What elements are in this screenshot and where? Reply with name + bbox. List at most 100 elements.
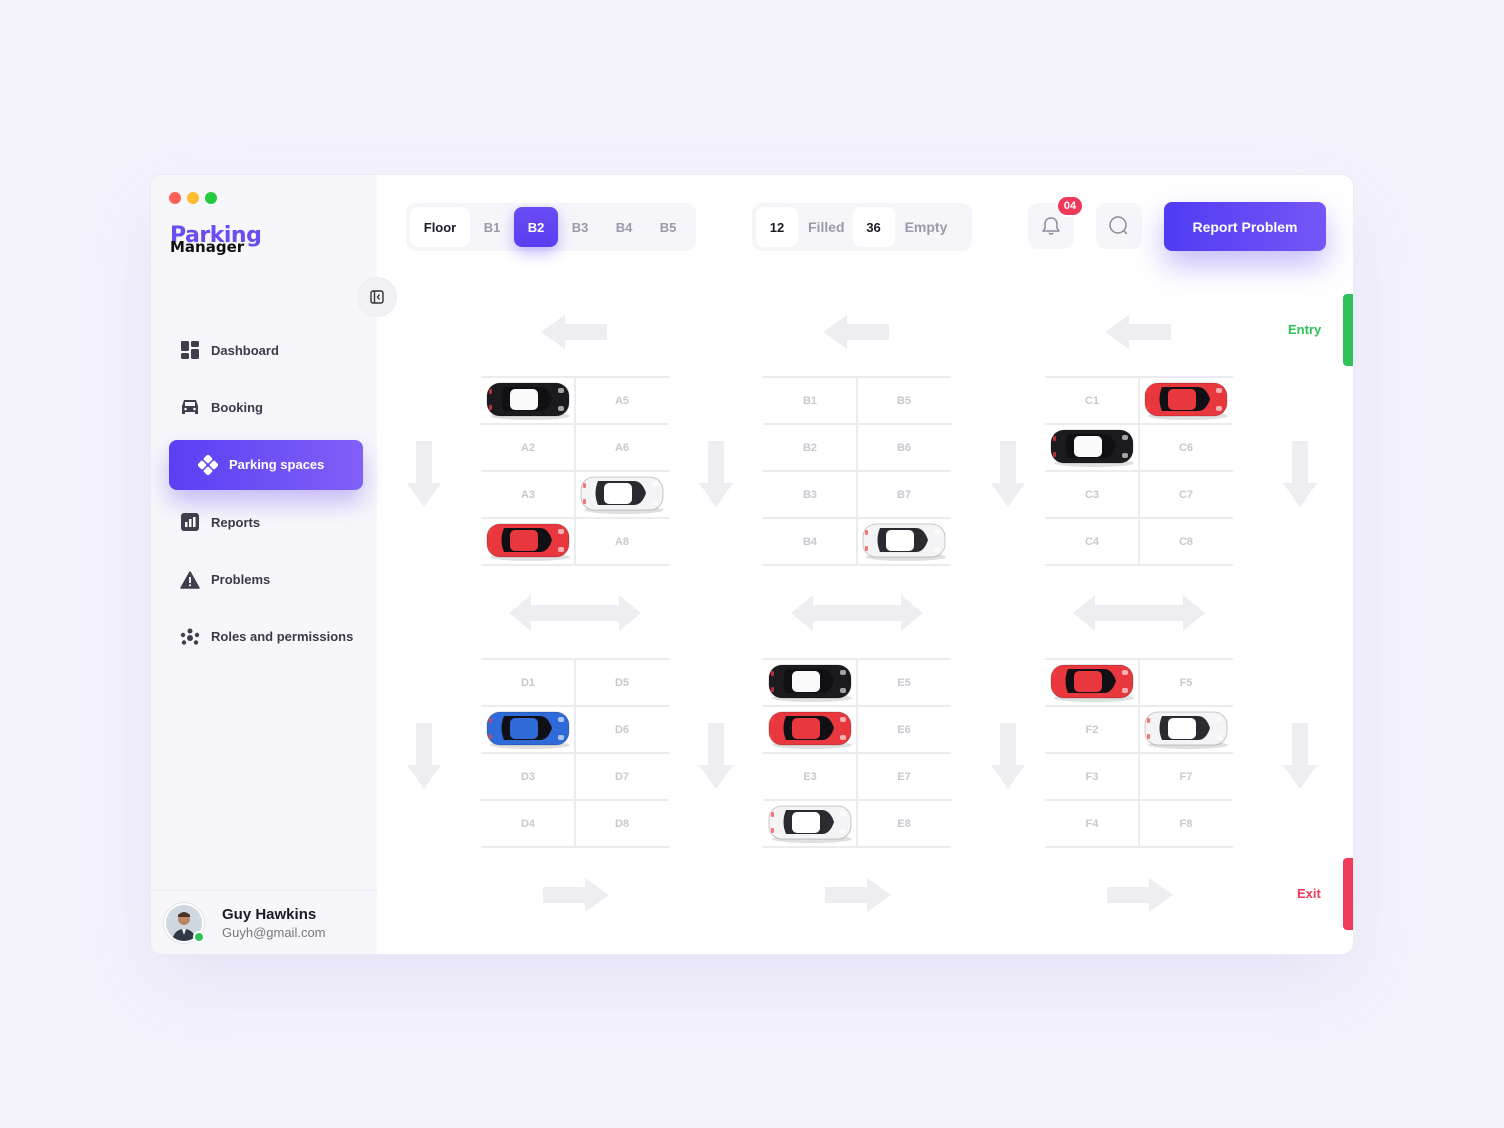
search-button[interactable] xyxy=(1096,203,1142,249)
arrow-left-icon xyxy=(1105,315,1173,354)
app-logo: Parking Manager xyxy=(170,225,262,255)
car-black[interactable] xyxy=(1048,427,1136,472)
collapse-icon xyxy=(370,290,384,304)
sidebar-item-dashboard[interactable]: Dashboard xyxy=(169,325,363,375)
sidebar-item-label: Dashboard xyxy=(211,342,279,358)
search-icon xyxy=(1109,216,1128,235)
minimize-window-button[interactable] xyxy=(187,192,199,204)
car-blue[interactable] xyxy=(484,709,572,754)
parking-slot[interactable]: A2 xyxy=(481,424,575,471)
sidebar-item-parking-spaces[interactable]: Parking spaces xyxy=(169,439,363,490)
car-white[interactable] xyxy=(578,474,666,519)
car-white[interactable] xyxy=(860,521,948,566)
parking-block-d: D1 D5 D6 D3 D7 D4 D8 xyxy=(481,658,669,848)
parking-map: A5 A2 A6 A3 A8 B1 B5 B2 B6 B3 B7 B4 C1 C6 xyxy=(377,285,1353,954)
parking-slot[interactable]: F4 xyxy=(1045,800,1139,847)
arrow-right-icon xyxy=(541,878,609,917)
parking-slot[interactable]: C8 xyxy=(1139,518,1233,565)
sidebar-item-problems[interactable]: Problems xyxy=(169,555,363,605)
car-red[interactable] xyxy=(484,521,572,566)
car-icon xyxy=(180,397,200,417)
sidebar-item-reports[interactable]: Reports xyxy=(169,497,363,547)
floor-tab-b4[interactable]: B4 xyxy=(602,207,646,247)
maximize-window-button[interactable] xyxy=(205,192,217,204)
parking-slot[interactable]: F5 xyxy=(1139,659,1233,706)
user-email: Guyh@gmail.com xyxy=(222,924,326,940)
parking-slot[interactable]: D6 xyxy=(575,706,669,753)
parking-slot[interactable]: A8 xyxy=(575,518,669,565)
floor-tab-b3[interactable]: B3 xyxy=(558,207,602,247)
parking-slot[interactable]: A5 xyxy=(575,377,669,424)
car-red[interactable] xyxy=(1142,380,1230,425)
parking-slot[interactable]: E7 xyxy=(857,753,951,800)
parking-slot[interactable]: D3 xyxy=(481,753,575,800)
close-window-button[interactable] xyxy=(169,192,181,204)
sidebar-item-roles[interactable]: Roles and permissions xyxy=(169,612,363,662)
parking-block-e: E5 E6 E3 E7 E8 xyxy=(763,658,951,848)
parking-slot[interactable]: B4 xyxy=(763,518,857,565)
arrow-left-icon xyxy=(541,315,609,354)
collapse-sidebar-button[interactable] xyxy=(357,277,397,317)
parking-slot[interactable]: C1 xyxy=(1045,377,1139,424)
window-controls xyxy=(169,192,217,204)
car-red[interactable] xyxy=(1048,662,1136,707)
sidebar-item-label: Booking xyxy=(211,399,263,415)
arrow-down-icon xyxy=(1283,439,1317,512)
parking-slot[interactable]: B1 xyxy=(763,377,857,424)
empty-count: 36 xyxy=(852,207,895,247)
parking-slot[interactable]: C6 xyxy=(1139,424,1233,471)
user-name: Guy Hawkins xyxy=(222,905,317,923)
report-problem-button[interactable]: Report Problem xyxy=(1164,202,1326,251)
parking-block-a: A5 A2 A6 A3 A8 xyxy=(481,376,669,566)
parking-slot[interactable]: D7 xyxy=(575,753,669,800)
car-white[interactable] xyxy=(766,803,854,848)
arrow-down-icon xyxy=(407,721,441,794)
notification-badge: 04 xyxy=(1056,195,1084,217)
parking-slot[interactable]: C4 xyxy=(1045,518,1139,565)
sidebar-item-booking[interactable]: Booking xyxy=(169,382,363,432)
parking-slot[interactable]: D1 xyxy=(481,659,575,706)
parking-slot[interactable]: A6 xyxy=(575,424,669,471)
notifications-button[interactable]: 04 xyxy=(1028,195,1084,249)
parking-slot[interactable]: D4 xyxy=(481,800,575,847)
parking-block-f: F5 F2 F3 F7 F4 F8 xyxy=(1045,658,1233,848)
floor-tab-b5[interactable]: B5 xyxy=(646,207,690,247)
parking-slot[interactable]: B5 xyxy=(857,377,951,424)
user-profile[interactable]: Guy Hawkins Guyh@gmail.com xyxy=(151,890,377,954)
parking-slot[interactable]: B6 xyxy=(857,424,951,471)
floor-label: Floor xyxy=(410,207,470,247)
parking-slot[interactable]: F7 xyxy=(1139,753,1233,800)
parking-slot[interactable]: F8 xyxy=(1139,800,1233,847)
car-black[interactable] xyxy=(766,662,854,707)
parking-block-b: B1 B5 B2 B6 B3 B7 B4 xyxy=(763,376,951,566)
parking-slot[interactable]: E6 xyxy=(857,706,951,753)
parking-slot[interactable]: C3 xyxy=(1045,471,1139,518)
entry-label: Entry xyxy=(1288,322,1322,337)
parking-block-c: C1 C6 C3 C7 C4 C8 xyxy=(1045,376,1233,566)
parking-slot[interactable]: E5 xyxy=(857,659,951,706)
floor-tab-b2[interactable]: B2 xyxy=(514,207,558,247)
parking-spaces-icon xyxy=(198,454,218,475)
sidebar-item-label: Roles and permissions xyxy=(211,629,354,645)
app-window: Parking Manager Dashboard Booking Parkin… xyxy=(150,174,1354,955)
parking-slot[interactable]: F3 xyxy=(1045,753,1139,800)
parking-slot[interactable]: E3 xyxy=(763,753,857,800)
floor-tab-b1[interactable]: B1 xyxy=(470,207,514,247)
sidebar-item-label: Parking spaces xyxy=(229,457,325,473)
parking-slot[interactable]: D5 xyxy=(575,659,669,706)
arrow-down-icon xyxy=(407,439,441,512)
parking-slot[interactable]: D8 xyxy=(575,800,669,847)
parking-slot[interactable]: B3 xyxy=(763,471,857,518)
online-status-dot xyxy=(193,930,205,943)
car-black[interactable] xyxy=(484,380,572,425)
car-red[interactable] xyxy=(766,709,854,754)
parking-slot[interactable]: B2 xyxy=(763,424,857,471)
parking-slot[interactable]: C7 xyxy=(1139,471,1233,518)
parking-slot[interactable]: B7 xyxy=(857,471,951,518)
parking-slot[interactable]: A3 xyxy=(481,471,575,518)
arrow-down-icon xyxy=(699,721,733,794)
car-white[interactable] xyxy=(1142,709,1230,754)
parking-slot[interactable]: F2 xyxy=(1045,706,1139,753)
dashboard-icon xyxy=(180,340,200,360)
parking-slot[interactable]: E8 xyxy=(857,800,951,847)
